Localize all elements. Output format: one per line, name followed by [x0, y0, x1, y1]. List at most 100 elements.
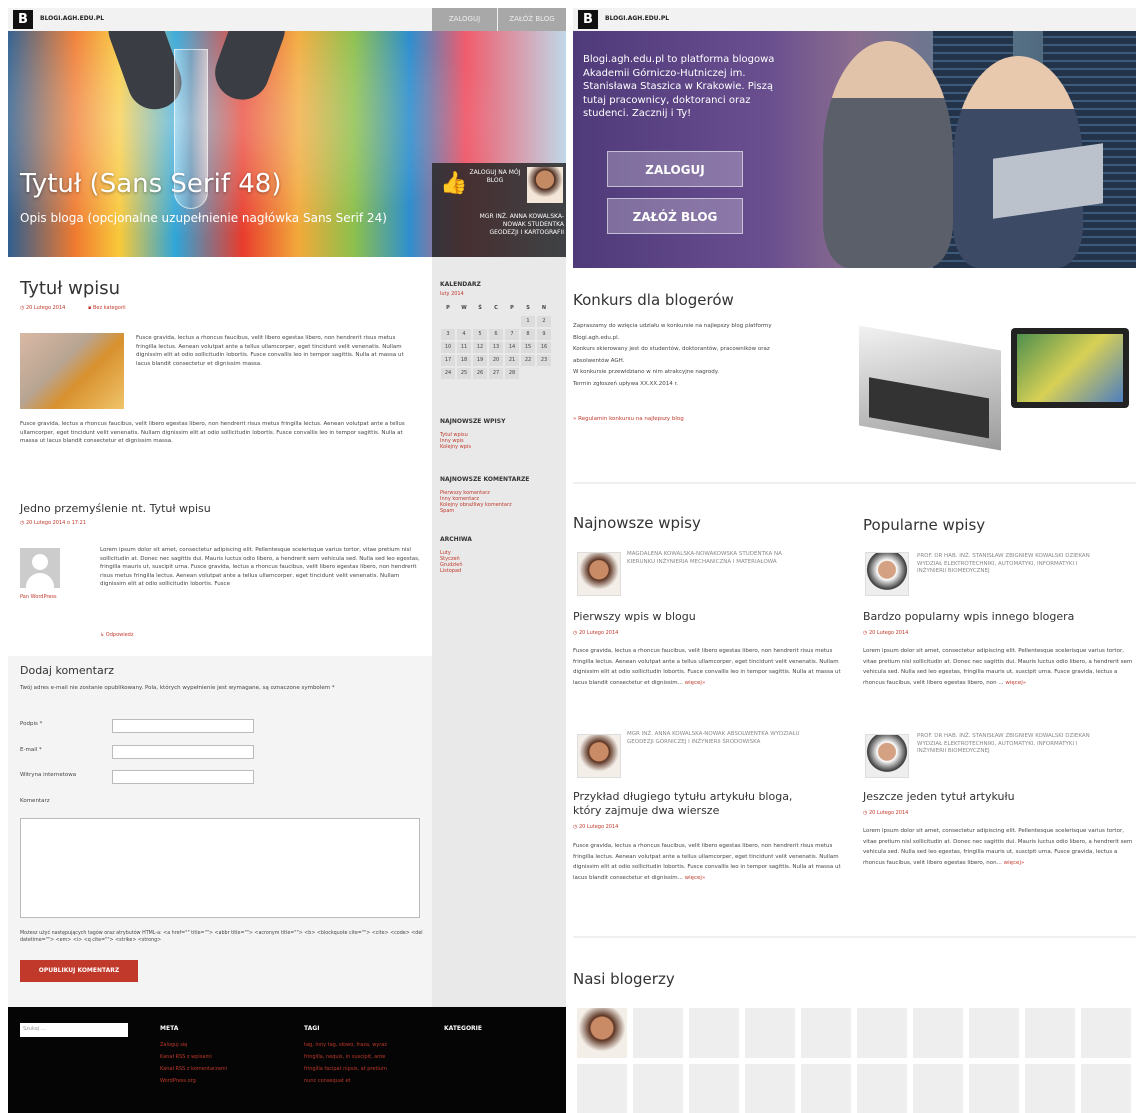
author-avatar[interactable] [577, 734, 621, 778]
portal-create-blog-button[interactable]: ZAŁÓŻ BLOG [607, 198, 743, 234]
read-more-link[interactable]: więcej» [685, 680, 706, 686]
calendar-day[interactable]: 1 [521, 316, 535, 327]
post-title[interactable]: Tytuł wpisu [20, 278, 120, 299]
site-name[interactable]: BLOGI.AGH.EDU.PL [40, 15, 104, 22]
calendar-day[interactable]: 26 [473, 368, 487, 379]
author-avatar[interactable] [865, 734, 909, 778]
calendar-day[interactable]: 20 [489, 355, 503, 366]
author-name[interactable]: PROF. DR HAB. INŻ. STANISŁAW ZBIGNIEW KO… [917, 553, 1097, 576]
read-more-link[interactable]: więcej» [1004, 860, 1025, 866]
blogger-placeholder-tile [969, 1008, 1019, 1058]
footer: Szukaj … META Zaloguj się Kanał RSS z wpi… [8, 1007, 566, 1113]
comment-form-title: Dodaj komentarz [20, 664, 114, 677]
calendar-day[interactable]: 22 [521, 355, 535, 366]
comment-avatar [20, 548, 60, 588]
calendar-day[interactable]: 6 [489, 329, 503, 340]
submit-comment-button[interactable]: OPUBLIKUJ KOMENTARZ [20, 960, 138, 982]
recent-comments-list[interactable]: Pierwszy komentarz Inny komentarz Kolejny … [440, 490, 512, 514]
author-avatar[interactable] [577, 552, 621, 596]
reply-link[interactable]: ↳ Odpowiedz [100, 632, 133, 638]
calendar-day[interactable]: 7 [505, 329, 519, 340]
read-more-link[interactable]: więcej» [1005, 680, 1026, 686]
article-title[interactable]: Pierwszy wpis w blogu [573, 610, 845, 624]
meta-link[interactable]: WordPress.org [160, 1075, 227, 1087]
article-title[interactable]: Przykład długiego tytułu artykułu bloga,… [573, 790, 823, 818]
calendar-day[interactable]: 2 [537, 316, 551, 327]
post-category[interactable]: ▪ Bez kategorii [88, 305, 126, 311]
calendar-day[interactable]: 8 [521, 329, 535, 340]
calendar-day[interactable]: 15 [521, 342, 535, 353]
meta-link[interactable]: Kanał RSS z komentarzami [160, 1063, 227, 1075]
calendar-day[interactable]: 4 [457, 329, 471, 340]
b-logo-icon[interactable]: B [578, 10, 598, 29]
calendar-day[interactable]: 23 [537, 355, 551, 366]
article-title[interactable]: Bardzo popularny wpis innego blogera [863, 610, 1135, 624]
search-input[interactable]: Szukaj … [20, 1023, 128, 1037]
article-date: ◷ 20 Lutego 2014 [573, 824, 619, 830]
article-title[interactable]: Jeszcze jeden tytuł artykułu [863, 790, 1135, 804]
author-name[interactable]: MGR INŻ. ANNA KOWALSKA-NOWAK ABSOLWENTKA… [627, 731, 827, 746]
post-date[interactable]: ◷ 20 Lutego 2014 [20, 305, 65, 311]
author-name[interactable]: PROF. DR HAB. INŻ. STANISŁAW ZBIGNIEW KO… [917, 733, 1097, 756]
calendar-day[interactable]: 19 [473, 355, 487, 366]
calendar-day [537, 368, 551, 379]
calendar-day[interactable]: 16 [537, 342, 551, 353]
email-input[interactable] [112, 745, 254, 759]
meta-links[interactable]: Zaloguj się Kanał RSS z wpisami Kanał RSS … [160, 1039, 227, 1087]
recent-posts-list[interactable]: Tytuł wpisu Inny wpis Kolejny wpis [440, 432, 471, 450]
categories-heading: KATEGORIE [444, 1025, 482, 1032]
blogger-placeholder-tile [1025, 1008, 1075, 1058]
tag-link[interactable]: fringilla facipat nipsis, at pretium [304, 1063, 387, 1075]
portal-login-button[interactable]: ZALOGUJ [607, 151, 743, 187]
calendar-day[interactable]: 13 [489, 342, 503, 353]
portal-intro-text: Blogi.agh.edu.pl to platforma blogowa Ak… [583, 54, 775, 119]
contest-line: Konkurs skierowany jest do studentów, do… [573, 346, 770, 364]
contest-rules-link[interactable]: » Regulamin konkursu na najlepszy blog [573, 416, 684, 422]
archive-list[interactable]: Luty Styczeń Grudzień Listopad [440, 550, 463, 574]
calendar-day[interactable]: 11 [457, 342, 471, 353]
create-blog-button[interactable]: ZAŁÓŻ BLOG [498, 8, 566, 31]
author-avatar[interactable] [865, 552, 909, 596]
calendar-day[interactable]: 21 [505, 355, 519, 366]
blog-template-panel: B BLOGI.AGH.EDU.PL ZALOGUJ ZAŁÓŻ BLOG Ty… [8, 8, 566, 1113]
calendar-day[interactable]: 25 [457, 368, 471, 379]
archive-link[interactable]: Listopad [440, 568, 463, 574]
calendar-day[interactable]: 10 [441, 342, 455, 353]
blogger-avatar[interactable] [577, 1008, 627, 1058]
calendar-day[interactable]: 28 [505, 368, 519, 379]
tag-links[interactable]: tag, inny tag, słowo, fraza, wyraz fringi… [304, 1039, 387, 1087]
tag-link[interactable]: nunc consequat et [304, 1075, 387, 1087]
tag-link[interactable]: tag, inny tag, słowo, fraza, wyraz [304, 1039, 387, 1051]
calendar-month[interactable]: luty 2014 [440, 291, 464, 297]
b-logo-icon[interactable]: B [13, 10, 33, 29]
calendar-day[interactable]: 9 [537, 329, 551, 340]
calendar-day[interactable]: 3 [441, 329, 455, 340]
website-input[interactable] [112, 770, 254, 784]
meta-link[interactable]: Kanał RSS z wpisami [160, 1051, 227, 1063]
comment-textarea[interactable] [20, 818, 420, 918]
calendar-day[interactable]: 12 [473, 342, 487, 353]
site-name[interactable]: BLOGI.AGH.EDU.PL [605, 15, 669, 22]
calendar-day[interactable]: 14 [505, 342, 519, 353]
login-to-blog-link[interactable]: ZALOGUJ NA MÓJ BLOG [462, 169, 528, 185]
comment-date[interactable]: ◷ 20 Lutego 2014 o 17:21 [20, 520, 86, 526]
comments-title: Jedno przemyślenie nt. Tytuł wpisu [20, 502, 211, 515]
login-button[interactable]: ZALOGUJ [432, 8, 497, 31]
website-label: Witryna internetowa [20, 772, 77, 778]
recent-comment-link[interactable]: Spam [440, 508, 512, 514]
portal-home-panel: B BLOGI.AGH.EDU.PL Blogi.agh.edu.pl to p… [573, 8, 1136, 1113]
author-name: MGR INŻ. ANNA KOWALSKA-NOWAK STUDENTKA G… [479, 213, 564, 236]
calendar-day[interactable]: 17 [441, 355, 455, 366]
name-input[interactable] [112, 719, 254, 733]
read-more-link[interactable]: więcej» [685, 875, 706, 881]
comment-author[interactable]: Pan WordPress [20, 594, 60, 600]
author-login-box[interactable]: 👍 ZALOGUJ NA MÓJ BLOG MGR INŻ. ANNA KOWA… [432, 163, 566, 257]
author-name[interactable]: MAGDALENA KOWALSKA-NOWAKOWSKA STUDENTKA … [627, 551, 795, 566]
calendar-day[interactable]: 18 [457, 355, 471, 366]
calendar-day[interactable]: 5 [473, 329, 487, 340]
tag-link[interactable]: fringilla, nequis, in suscipit, ante [304, 1051, 387, 1063]
calendar-day[interactable]: 24 [441, 368, 455, 379]
meta-link[interactable]: Zaloguj się [160, 1039, 227, 1051]
calendar-day[interactable]: 27 [489, 368, 503, 379]
recent-post-link[interactable]: Kolejny wpis [440, 444, 471, 450]
